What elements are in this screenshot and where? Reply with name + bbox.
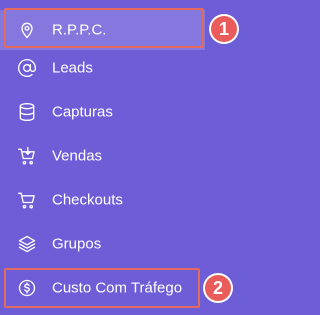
sidebar-item-label: Leads (52, 59, 93, 77)
sidebar-item-label: Vendas (52, 147, 103, 165)
sidebar-item-label: Capturas (52, 103, 113, 121)
annotation-badge-2: 2 (205, 275, 231, 301)
shopping-cart-icon (16, 189, 38, 211)
database-icon (16, 101, 38, 123)
sidebar-item-capturas[interactable]: Capturas (0, 92, 205, 132)
sidebar-item-checkouts[interactable]: Checkouts (0, 180, 205, 220)
sidebar-item-label: Grupos (52, 235, 102, 253)
highlight-box-1 (4, 8, 204, 48)
sidebar-item-grupos[interactable]: Grupos (0, 224, 205, 264)
sidebar-item-label: Checkouts (52, 191, 123, 209)
highlight-box-2 (4, 268, 200, 308)
annotation-badge-1: 1 (211, 16, 237, 42)
sidebar-item-vendas[interactable]: Vendas (0, 136, 205, 176)
at-sign-icon (16, 57, 38, 79)
shopping-cart-download-icon (16, 145, 38, 167)
layers-icon (16, 233, 38, 255)
sidebar-item-leads[interactable]: Leads (0, 48, 205, 88)
